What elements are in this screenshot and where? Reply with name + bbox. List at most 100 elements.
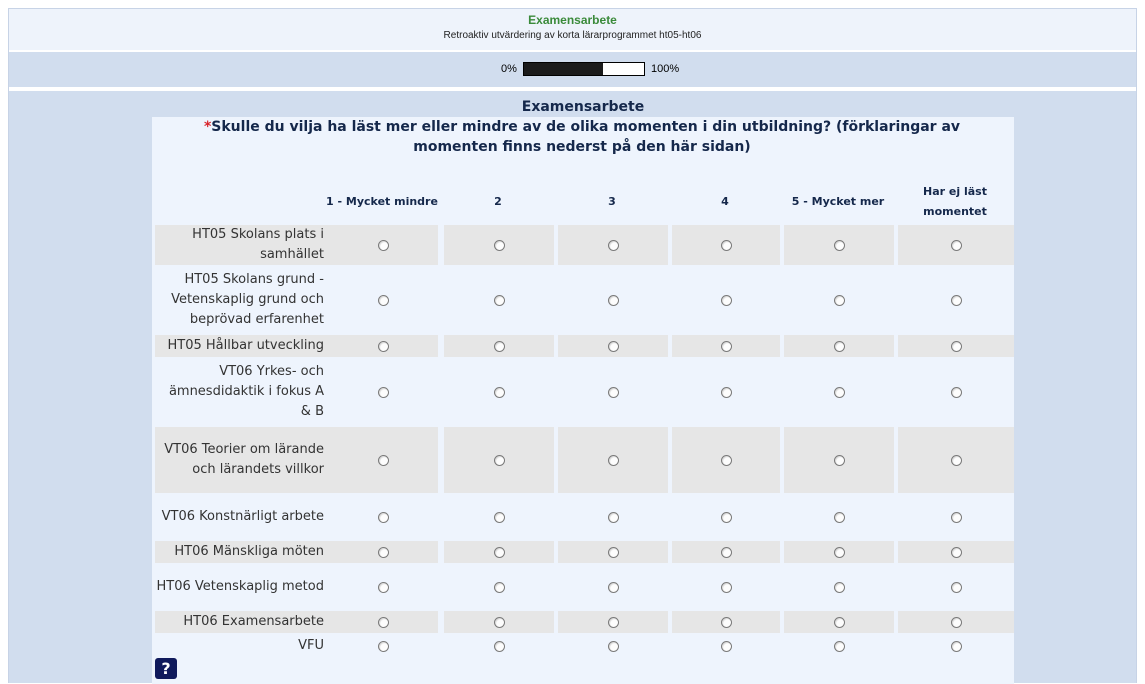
radio-option-6[interactable] [950,239,962,251]
radio-option-2[interactable] [493,616,505,628]
radio-option-3[interactable] [607,511,619,523]
radio-option-6[interactable] [950,454,962,466]
radio-option-6[interactable] [950,386,962,398]
radio-option-1[interactable] [377,616,389,628]
radio-cell [558,611,668,633]
radio-cell [898,267,1014,333]
radio-option-4[interactable] [720,386,732,398]
radio-cell [898,565,1014,609]
radio-cell [558,335,668,357]
radio-option-5[interactable] [833,616,845,628]
radio-option-4[interactable] [720,239,732,251]
table-row: VT06 Konstnärligt arbete [152,495,1014,539]
radio-option-5[interactable] [833,294,845,306]
radio-cell [328,495,438,539]
radio-option-2[interactable] [493,511,505,523]
radio-cell [672,335,780,357]
radio-cell [558,267,668,333]
radio-cell [444,635,554,657]
progress-max-label: 100% [651,63,680,75]
radio-option-5[interactable] [833,454,845,466]
radio-option-3[interactable] [607,239,619,251]
radio-option-6[interactable] [950,616,962,628]
radio-cell [672,267,780,333]
radio-option-4[interactable] [720,340,732,352]
radio-option-3[interactable] [607,640,619,652]
radio-option-6[interactable] [950,581,962,593]
radio-option-1[interactable] [377,294,389,306]
radio-option-2[interactable] [493,340,505,352]
radio-option-4[interactable] [720,616,732,628]
radio-cell [672,565,780,609]
radio-cell [444,267,554,333]
radio-cell [672,359,780,425]
help-icon[interactable]: ? [155,658,177,679]
radio-option-6[interactable] [950,294,962,306]
table-row: VFU [152,635,1014,657]
radio-option-3[interactable] [607,340,619,352]
radio-option-5[interactable] [833,581,845,593]
radio-option-1[interactable] [377,511,389,523]
radio-option-3[interactable] [607,294,619,306]
radio-option-2[interactable] [493,454,505,466]
radio-option-1[interactable] [377,386,389,398]
radio-option-2[interactable] [493,640,505,652]
radio-option-5[interactable] [833,640,845,652]
radio-option-1[interactable] [377,581,389,593]
radio-option-3[interactable] [607,581,619,593]
radio-option-5[interactable] [833,340,845,352]
radio-option-4[interactable] [720,454,732,466]
radio-option-6[interactable] [950,640,962,652]
radio-cell [558,565,668,609]
radio-option-5[interactable] [833,511,845,523]
radio-option-3[interactable] [607,454,619,466]
radio-option-4[interactable] [720,546,732,558]
radio-cell [558,225,668,265]
radio-option-4[interactable] [720,640,732,652]
radio-option-4[interactable] [720,511,732,523]
radio-option-2[interactable] [493,546,505,558]
radio-option-1[interactable] [377,640,389,652]
radio-option-3[interactable] [607,386,619,398]
radio-option-5[interactable] [833,239,845,251]
radio-cell [444,359,554,425]
radio-option-5[interactable] [833,546,845,558]
radio-option-5[interactable] [833,386,845,398]
radio-cell [898,541,1014,563]
radio-cell [558,495,668,539]
radio-option-2[interactable] [493,581,505,593]
radio-option-1[interactable] [377,340,389,352]
radio-cell [328,635,438,657]
radio-option-2[interactable] [493,239,505,251]
radio-option-4[interactable] [720,294,732,306]
radio-cell [444,565,554,609]
radio-option-1[interactable] [377,546,389,558]
radio-option-6[interactable] [950,511,962,523]
radio-cell [444,611,554,633]
radio-option-6[interactable] [950,546,962,558]
table-row: HT05 Hållbar utveckling [152,335,1014,357]
radio-option-1[interactable] [377,454,389,466]
radio-cell [898,611,1014,633]
row-label: HT06 Vetenskaplig metod [156,579,324,594]
radio-cell [672,427,780,493]
table-row: VT06 Yrkes- och ämnesdidaktik i fokus A … [152,359,1014,425]
radio-cell [444,495,554,539]
question-label: Skulle du vilja ha läst mer eller mindre… [211,119,961,155]
column-header-4: 4 [721,195,729,208]
radio-cell [444,335,554,357]
radio-option-6[interactable] [950,340,962,352]
radio-option-2[interactable] [493,386,505,398]
radio-cell [784,635,894,657]
radio-cell [672,635,780,657]
radio-cell [672,611,780,633]
radio-option-2[interactable] [493,294,505,306]
row-label: HT05 Skolans plats i samhället [155,225,328,265]
radio-cell [784,541,894,563]
radio-option-1[interactable] [377,239,389,251]
radio-option-3[interactable] [607,616,619,628]
radio-option-3[interactable] [607,546,619,558]
survey-title: Examensarbete [528,13,617,27]
radio-option-4[interactable] [720,581,732,593]
table-row: HT05 Skolans plats i samhället [152,225,1014,265]
